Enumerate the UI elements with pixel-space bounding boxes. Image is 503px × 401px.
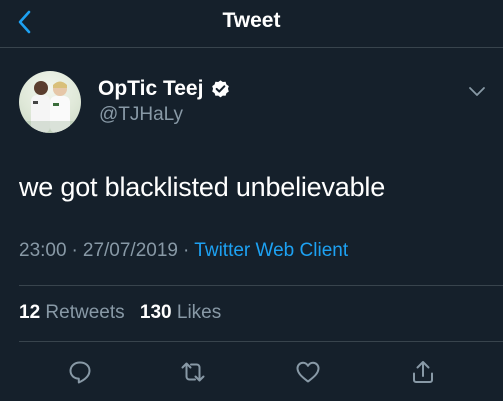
divider <box>19 341 503 342</box>
reply-button[interactable] <box>66 358 94 386</box>
likes-stat[interactable]: 130 Likes <box>140 302 221 323</box>
reply-icon <box>69 361 91 384</box>
retweet-icon <box>181 362 205 382</box>
retweets-count: 12 <box>19 302 41 323</box>
likes-count: 130 <box>139 302 172 323</box>
retweets-label: Retweets <box>45 302 125 323</box>
author-display-name[interactable]: OpTic Teej <box>98 77 203 101</box>
author-handle[interactable]: @TJHaLy <box>99 104 183 126</box>
likes-label: Likes <box>176 302 222 323</box>
tweet-stats: 12 Retweets 130 Likes <box>19 302 221 324</box>
more-options-button[interactable] <box>466 82 488 100</box>
page-title: Tweet <box>222 9 281 32</box>
meta-separator: · <box>71 240 78 261</box>
tweet-meta: 23:00 · 27/07/2019 · Twitter Web Client <box>19 240 348 262</box>
avatar[interactable] <box>19 71 81 133</box>
retweets-stat[interactable]: 12 Retweets <box>19 302 125 323</box>
tweet-text: we got blacklisted unbelievable <box>19 172 386 202</box>
author-name-row: OpTic Teej <box>98 77 231 101</box>
share-icon <box>413 361 433 383</box>
meta-separator: · <box>182 240 190 261</box>
retweet-button[interactable] <box>179 358 207 386</box>
tweet-time: 23:00 <box>19 240 67 261</box>
chevron-down-icon <box>469 87 485 96</box>
top-bar: Tweet <box>0 0 503 48</box>
avatar-photo <box>19 81 81 133</box>
like-button[interactable] <box>294 358 322 386</box>
tweet-date: 27/07/2019 <box>82 240 178 261</box>
verified-badge-icon <box>212 79 230 97</box>
divider <box>19 285 503 286</box>
tweet-source-link[interactable]: Twitter Web Client <box>194 240 348 261</box>
share-button[interactable] <box>409 358 437 386</box>
like-icon <box>296 361 320 383</box>
